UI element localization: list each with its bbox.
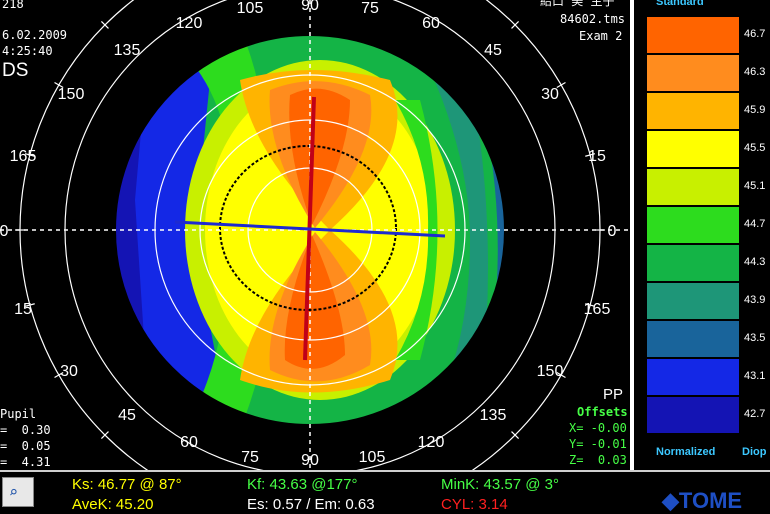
- offset-z: Z= 0.03: [569, 453, 627, 467]
- angle-label-75-top: 75: [361, 0, 379, 17]
- angle-label-30-top: 30: [541, 86, 559, 103]
- angle-label-0-right: 0: [607, 223, 617, 240]
- offset-x: X= -0.00: [569, 421, 627, 435]
- angle-label-150-top: 150: [57, 86, 85, 103]
- scale-value: 46.3: [744, 66, 766, 78]
- angle-label-135-bottom: 135: [479, 407, 507, 424]
- scale-swatch: [646, 320, 740, 358]
- scale-swatch: [646, 358, 740, 396]
- exam-number: Exam 2: [579, 29, 623, 43]
- brand-mark-icon: ◆: [662, 488, 679, 513]
- angle-label-120-top: 120: [175, 15, 203, 32]
- angle-label-0-left: 0: [0, 223, 9, 240]
- scale-value: 45.9: [744, 104, 766, 116]
- scale-value: 43.9: [744, 294, 766, 306]
- angle-label-135-top: 135: [113, 42, 141, 59]
- scale-value: 43.5: [744, 332, 766, 344]
- pupil-title: Pupil: [0, 407, 37, 421]
- scale-swatch: [646, 244, 740, 282]
- angle-label-105-bottom: 105: [358, 449, 386, 466]
- ks-readout: Ks: 46.77 @ 87°: [72, 476, 182, 493]
- angle-label-45-top: 45: [484, 42, 502, 59]
- scan-icon: ⌕: [9, 483, 19, 501]
- exam-date: 6.02.2009: [2, 28, 68, 42]
- angle-label-165-bottom: 165: [583, 301, 611, 318]
- offset-y: Y= -0.01: [569, 437, 627, 451]
- scale-swatch: [646, 54, 740, 92]
- patient-name: 給口 美 主子: [540, 0, 615, 8]
- scale-type-label: Standard: [656, 0, 704, 8]
- pp-label: PP: [603, 386, 624, 403]
- scale-swatch: [646, 206, 740, 244]
- scale-value: 46.7: [744, 28, 766, 40]
- topography-svg: [0, 0, 630, 470]
- scale-swatch: [646, 130, 740, 168]
- angle-label-90-bottom: 90: [301, 452, 319, 469]
- es-em-readout: Es: 0.57 / Em: 0.63: [247, 496, 375, 513]
- angle-label-120-bottom: 120: [417, 434, 445, 451]
- pupil-y: = 0.05: [0, 439, 51, 453]
- pupil-diameter: = 4.31: [0, 455, 51, 469]
- topography-map: 218 6.02.2009 4:25:40 DS 給口 美 主子 84602.t…: [0, 0, 630, 470]
- brand-logo: ◆TOME: [662, 488, 742, 514]
- angle-label-30-bottom: 30: [60, 363, 78, 380]
- angle-label-45-bottom: 45: [118, 407, 136, 424]
- brand-name: TOME: [678, 488, 743, 513]
- diopter-label: Diop: [742, 446, 767, 458]
- scale-swatch: [646, 282, 740, 320]
- scale-value: 45.1: [744, 180, 766, 192]
- angle-label-60-bottom: 60: [180, 434, 198, 451]
- scale-value: 44.3: [744, 256, 766, 268]
- normalized-label[interactable]: Normalized: [656, 446, 715, 458]
- angle-label-75-bottom: 75: [241, 449, 259, 466]
- file-name: 84602.tms: [560, 12, 626, 26]
- angle-label-60-top: 60: [422, 15, 440, 32]
- eye-label: DS: [2, 60, 29, 81]
- angle-label-165-top: 165: [9, 148, 37, 165]
- scale-swatch: [646, 92, 740, 130]
- avek-readout: AveK: 45.20: [72, 496, 154, 513]
- scale-swatch: [646, 168, 740, 206]
- angle-label-150-bottom: 150: [536, 363, 564, 380]
- scale-swatch: [646, 396, 740, 434]
- cyl-readout: CYL: 3.14: [441, 496, 508, 513]
- scale-value: 45.5: [744, 142, 766, 154]
- readout-bar: ⌕ Ks: 46.77 @ 87° AveK: 45.20 Kf: 43.63 …: [0, 470, 770, 514]
- scale-value: 43.1: [744, 370, 766, 382]
- scale-swatch: [646, 16, 740, 54]
- angle-label-15-top: 15: [588, 148, 606, 165]
- patient-id: 218: [2, 0, 24, 11]
- mink-readout: MinK: 43.57 @ 3°: [441, 476, 559, 493]
- scale-value: 42.7: [744, 408, 766, 420]
- scale-value: 44.7: [744, 218, 766, 230]
- angle-label-90-top: 90: [301, 0, 319, 14]
- angle-label-105-top: 105: [236, 0, 264, 17]
- scan-tool-button[interactable]: ⌕: [2, 477, 34, 507]
- pupil-x: = 0.30: [0, 423, 51, 437]
- kf-readout: Kf: 43.63 @177°: [247, 476, 358, 493]
- angle-label-15-bottom: 15: [14, 301, 32, 318]
- exam-time: 4:25:40: [2, 44, 53, 58]
- color-scale-legend: Standard 46.7 46.3 45.9 45.5 45.1 44.7 44.3 43.…: [634, 0, 770, 470]
- offsets-title: Offsets: [577, 405, 628, 419]
